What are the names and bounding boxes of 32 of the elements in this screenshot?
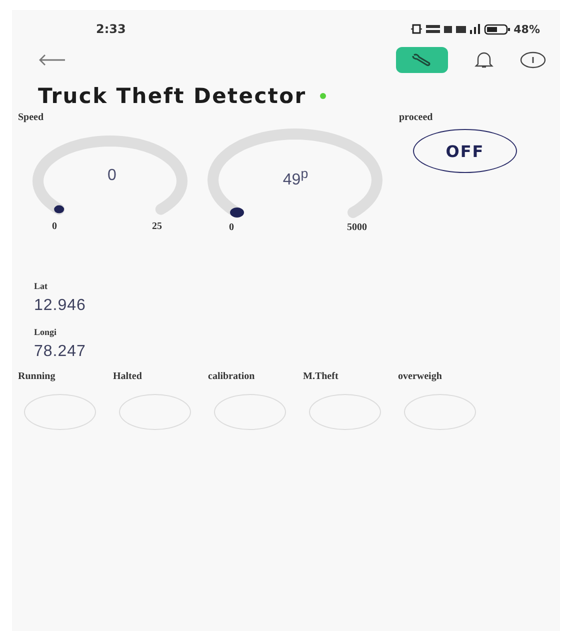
switch-label: proceed — [399, 112, 434, 123]
led-label: Halted — [113, 371, 143, 382]
gauge-value: 49$^{p}$ — [282, 166, 310, 190]
led-label: Running — [18, 371, 56, 382]
vibrate-icon — [410, 23, 422, 35]
gauge-min: 0 — [52, 221, 57, 232]
device-title: Truck Theft Detector — [38, 84, 306, 108]
led-label: calibration — [208, 371, 256, 382]
gauge-min: 0 — [229, 222, 234, 233]
reading-label: Longi — [34, 327, 58, 337]
gauge-value: 0 — [106, 167, 118, 185]
network-speed-icon — [426, 23, 440, 35]
reading-label: Lat — [34, 281, 48, 291]
reading-value: 78.247 — [34, 343, 87, 361]
wrench-button[interactable] — [396, 47, 448, 73]
status-time: 2:33 — [96, 22, 126, 36]
back-arrow-icon[interactable] — [38, 54, 66, 66]
led-label: overweigh — [398, 371, 443, 382]
wrench-icon — [411, 53, 433, 67]
gauge-knob — [230, 208, 244, 218]
gauge-knob — [54, 205, 64, 214]
info-icon[interactable] — [520, 51, 546, 69]
battery-percent: 48% — [514, 22, 540, 36]
led-label: M.Theft — [303, 371, 340, 382]
toggle-button[interactable]: OFF — [413, 129, 517, 173]
gauge-label: Speed — [18, 112, 44, 123]
reading-value: 12.946 — [34, 297, 87, 315]
battery-icon — [484, 23, 510, 35]
signal-icon — [456, 23, 480, 35]
bell-icon[interactable] — [474, 51, 494, 69]
gauge-max: 25 — [152, 221, 162, 232]
gauge-max: 5000 — [347, 222, 367, 233]
